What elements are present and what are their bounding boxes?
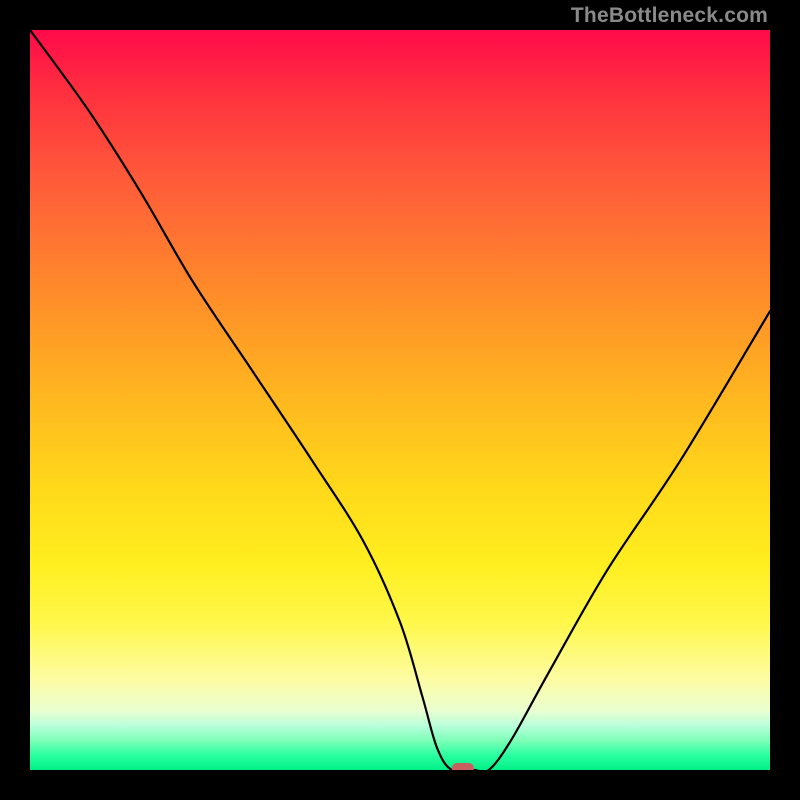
plot-area (30, 30, 770, 770)
chart-frame: TheBottleneck.com (0, 0, 800, 800)
attribution-label: TheBottleneck.com (571, 4, 768, 28)
bottleneck-curve-svg (30, 30, 770, 770)
bottleneck-curve-line (30, 30, 770, 770)
optimum-marker (452, 763, 474, 770)
